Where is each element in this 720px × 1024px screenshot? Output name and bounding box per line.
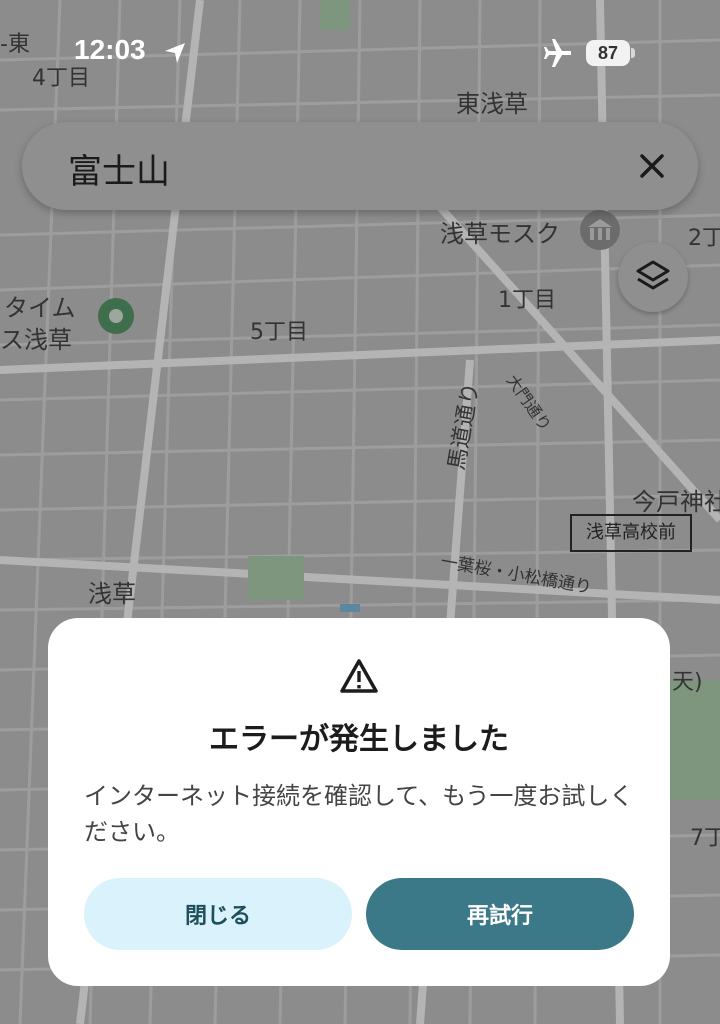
- airplane-mode-icon: [544, 39, 571, 67]
- map-layers-button[interactable]: [618, 242, 688, 312]
- location-pin-icon[interactable]: [96, 296, 136, 336]
- map-label: ス浅草: [0, 326, 72, 354]
- retry-button[interactable]: 再試行: [366, 878, 634, 950]
- location-arrow-icon: [165, 43, 185, 63]
- map-label: 2丁: [688, 226, 720, 251]
- map-label: タイム: [4, 294, 76, 322]
- layers-icon: [636, 260, 670, 290]
- close-button[interactable]: 閉じる: [84, 878, 352, 950]
- search-bar[interactable]: 富士山: [22, 122, 698, 210]
- map-label: 浅草: [88, 580, 136, 608]
- map-label: 5丁目: [250, 320, 308, 345]
- map-label: 天): [672, 670, 703, 695]
- status-bar: 12:03 87: [0, 0, 720, 100]
- error-dialog: エラーが発生しました インターネット接続を確認して、もう一度お試しください。 閉…: [48, 618, 670, 986]
- museum-icon[interactable]: [578, 208, 622, 252]
- map-label: 今戸神社: [632, 488, 720, 516]
- close-icon[interactable]: [634, 148, 670, 184]
- map-label: 浅草モスク: [440, 220, 560, 248]
- map-label: 7丁: [690, 826, 720, 851]
- dialog-message: インターネット接続を確認して、もう一度お試しください。: [84, 782, 634, 846]
- map-label: 1丁目: [498, 288, 556, 313]
- status-time: 12:03: [74, 34, 146, 65]
- station-label[interactable]: 浅草高校前: [570, 514, 692, 552]
- search-query[interactable]: 富士山: [68, 144, 170, 193]
- battery-indicator: 87: [586, 40, 630, 66]
- dialog-title: エラーが発生しました: [209, 722, 509, 757]
- warning-icon: [340, 659, 378, 693]
- battery-tip: [631, 48, 635, 58]
